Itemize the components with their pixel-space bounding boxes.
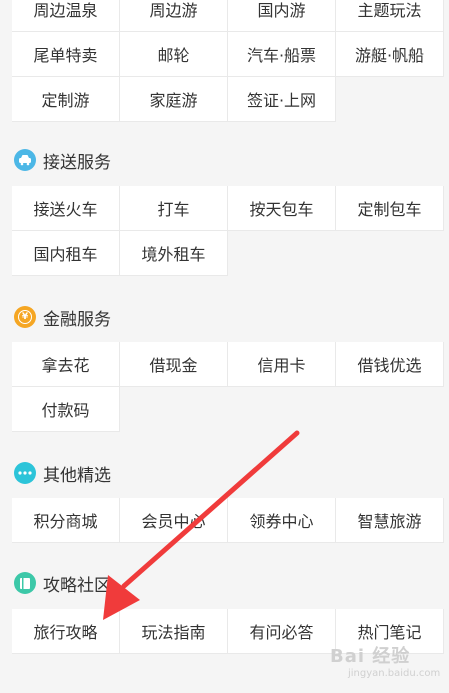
section-title-others: 其他精选 (14, 461, 111, 486)
grid-item-train-transfer[interactable]: 接送火车 (12, 186, 120, 231)
grid-item-family-tour[interactable]: 家庭游 (120, 77, 228, 122)
travel-grid: 周边温泉 周边游 国内游 主题玩法 尾单特卖 邮轮 汽车·船票 游艇·帆船 定制… (12, 0, 444, 122)
grid-item-theme-play[interactable]: 主题玩法 (336, 0, 444, 32)
section-label: 其他精选 (43, 465, 111, 486)
section-label: 金融服务 (43, 309, 111, 330)
yuan-icon: ¥ (14, 306, 36, 328)
grid-item-member-center[interactable]: 会员中心 (120, 498, 228, 543)
grid-item-hot-spring[interactable]: 周边温泉 (12, 0, 120, 32)
grid-item-bus-ship-ticket[interactable]: 汽车·船票 (228, 32, 336, 77)
grid-item-credit-card[interactable]: 信用卡 (228, 342, 336, 387)
section-title-guide: 攻略社区 (14, 571, 111, 596)
section-title-finance: ¥ 金融服务 (14, 305, 111, 330)
section-label: 攻略社区 (43, 575, 111, 596)
grid-item-loan-select[interactable]: 借钱优选 (336, 342, 444, 387)
more-icon (14, 462, 36, 484)
finance-grid: 拿去花 借现金 信用卡 借钱优选 付款码 (12, 342, 444, 432)
grid-item-smart-travel[interactable]: 智慧旅游 (336, 498, 444, 543)
grid-item-taxi[interactable]: 打车 (120, 186, 228, 231)
others-grid: 积分商城 会员中心 领券中心 智慧旅游 (12, 498, 444, 543)
grid-item-cash-loan[interactable]: 借现金 (120, 342, 228, 387)
grid-item-yacht[interactable]: 游艇·帆船 (336, 32, 444, 77)
grid-empty (336, 77, 444, 122)
grid-item-domestic-tour[interactable]: 国内游 (228, 0, 336, 32)
grid-item-custom-tour[interactable]: 定制游 (12, 77, 120, 122)
grid-item-visa-wifi[interactable]: 签证·上网 (228, 77, 336, 122)
grid-item-travel-guide[interactable]: 旅行攻略 (12, 609, 120, 654)
grid-empty (336, 231, 444, 276)
grid-item-overseas-rental[interactable]: 境外租车 (120, 231, 228, 276)
section-title-transfer: 接送服务 (14, 148, 111, 173)
grid-empty (120, 387, 228, 432)
watermark-url: jingyan.baidu.com (348, 668, 441, 679)
grid-empty (228, 387, 336, 432)
watermark-logo: Bai 经验 (330, 646, 411, 667)
transfer-grid: 接送火车 打车 按天包车 定制包车 国内租车 境外租车 (12, 186, 444, 276)
grid-item-points-mall[interactable]: 积分商城 (12, 498, 120, 543)
grid-item-qa[interactable]: 有问必答 (228, 609, 336, 654)
grid-item-cruise[interactable]: 邮轮 (120, 32, 228, 77)
section-label: 接送服务 (43, 152, 111, 173)
grid-item-pay-code[interactable]: 付款码 (12, 387, 120, 432)
grid-empty (228, 231, 336, 276)
grid-item-last-minute[interactable]: 尾单特卖 (12, 32, 120, 77)
car-icon (14, 149, 36, 171)
grid-item-nearby-tour[interactable]: 周边游 (120, 0, 228, 32)
grid-item-pay-later[interactable]: 拿去花 (12, 342, 120, 387)
grid-item-daily-charter[interactable]: 按天包车 (228, 186, 336, 231)
grid-empty (336, 387, 444, 432)
grid-item-play-guide[interactable]: 玩法指南 (120, 609, 228, 654)
book-icon (14, 572, 36, 594)
grid-item-custom-charter[interactable]: 定制包车 (336, 186, 444, 231)
grid-item-domestic-rental[interactable]: 国内租车 (12, 231, 120, 276)
grid-item-coupon-center[interactable]: 领券中心 (228, 498, 336, 543)
